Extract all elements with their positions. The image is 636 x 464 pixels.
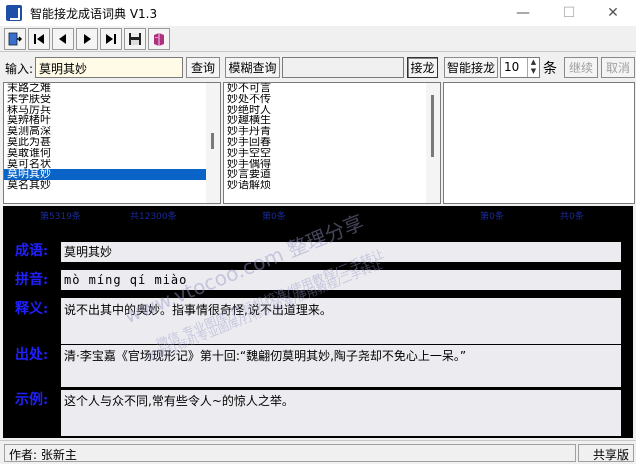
maximize-button[interactable]: ☐	[546, 0, 592, 26]
author-panel: 作者: 张新主	[4, 444, 576, 462]
idiom-list-scrollbar[interactable]	[206, 83, 220, 203]
list-item[interactable]: 莫明其妙	[4, 169, 220, 181]
list-item[interactable]: 妙趣横生	[224, 115, 440, 126]
chain-list[interactable]: 妙不可言 妙处不传 妙绝时人 妙趣横生 妙手丹青 妙手回春 妙手空空 妙手偶得 妙言要道 妙语解烦	[223, 82, 441, 204]
list-item[interactable]: 妙绝时人	[224, 105, 440, 116]
list-item[interactable]: 莫名其妙	[4, 180, 220, 191]
idiom-input[interactable]: 莫明其妙	[35, 57, 183, 78]
list-item[interactable]: 妙语解烦	[224, 180, 440, 191]
save-button[interactable]	[124, 28, 146, 50]
list-item[interactable]: 末路之难	[4, 83, 220, 94]
meaning-field-label: 释义:	[15, 301, 49, 317]
list-item[interactable]: 妙手丹青	[224, 126, 440, 137]
idiom-list[interactable]: 末路之难 末学肤受 秣马厉兵 莫辨楮叶 莫测高深 莫此为甚 莫敢谁何 莫可名状 莫明其妙 莫名其妙	[3, 82, 221, 204]
status-bar: 作者: 张新主 共享版	[0, 440, 636, 464]
cancel-button[interactable]: 取消	[601, 57, 635, 78]
result-count-status: 共0条	[560, 212, 584, 222]
pinyin-field: mò míng qí miào	[61, 270, 621, 290]
list-item[interactable]: 莫可名状	[4, 159, 220, 170]
count-unit-label: 条	[543, 61, 557, 77]
input-label: 输入:	[5, 62, 34, 76]
edition-panel: 共享版	[578, 444, 634, 462]
stepper-arrows[interactable]: ▲ ▼	[527, 58, 539, 77]
list-item[interactable]: 妙手回春	[224, 137, 440, 148]
toolbar	[0, 26, 636, 52]
list-item[interactable]: 莫辨楮叶	[4, 115, 220, 126]
list-item[interactable]: 妙不可言	[224, 83, 440, 94]
meaning-field: 说不出其中的奥妙。指事情很奇怪,说不出道理来。	[61, 298, 621, 344]
exit-icon	[8, 32, 22, 46]
continue-button[interactable]: 继续	[564, 57, 598, 78]
prev-icon	[59, 34, 66, 44]
dictionary-button[interactable]	[148, 28, 170, 50]
prev-record-button[interactable]	[52, 28, 74, 50]
next-icon	[84, 34, 91, 44]
list-item[interactable]: 妙处不传	[224, 94, 440, 105]
app-icon	[6, 5, 22, 21]
fuzzy-query-input[interactable]	[282, 57, 404, 78]
list-item[interactable]: 秣马厉兵	[4, 105, 220, 116]
exit-button[interactable]	[4, 28, 26, 50]
query-button[interactable]: 查询	[186, 57, 220, 78]
list-item[interactable]: 妙手空空	[224, 148, 440, 159]
result-list[interactable]	[443, 82, 635, 204]
chain-count-stepper[interactable]: 10 ▲ ▼	[500, 57, 540, 78]
close-button[interactable]: ✕	[590, 0, 636, 26]
list-item[interactable]: 莫测高深	[4, 126, 220, 137]
pinyin-field-label: 拼音:	[15, 272, 49, 288]
last-icon	[106, 34, 116, 44]
list-item[interactable]: 末学肤受	[4, 94, 220, 105]
example-field: 这个人与众不同,常有些令人~的惊人之举。	[61, 390, 621, 436]
minimize-button[interactable]: —	[500, 0, 546, 26]
source-field-label: 出处:	[15, 347, 49, 363]
smart-chain-button[interactable]: 智能接龙	[444, 57, 498, 78]
total-record-status: 共12300条	[130, 212, 177, 222]
source-field: 清·李宝嘉《官场现形记》第十回:“魏翩仞莫明其妙,陶子尧却不免心上一呆。”	[61, 345, 621, 387]
result-record-status: 第0条	[480, 212, 504, 222]
chain-button[interactable]: 接龙	[407, 57, 438, 78]
first-icon	[34, 34, 44, 44]
fuzzy-query-button[interactable]: 模糊查询	[225, 57, 280, 78]
stepper-down-icon[interactable]: ▼	[528, 67, 539, 76]
list-item[interactable]: 莫此为甚	[4, 137, 220, 148]
list-item[interactable]: 妙言要道	[224, 169, 440, 180]
book-icon	[154, 33, 164, 46]
chain-count-value: 10	[504, 60, 520, 74]
example-field-label: 示例:	[15, 392, 49, 408]
chain-record-status: 第0条	[262, 212, 286, 222]
input-row: 输入: 莫明其妙 查询 模糊查询 接龙 智能接龙 10 ▲ ▼ 条 继续 取消	[0, 54, 636, 82]
title-bar: 智能接龙成语词典 V1.3 — ☐ ✕	[0, 0, 636, 26]
last-record-button[interactable]	[100, 28, 122, 50]
list-item[interactable]: 莫敢谁何	[4, 148, 220, 159]
list-item[interactable]: 妙手偶得	[224, 159, 440, 170]
idiom-field-label: 成语:	[15, 243, 49, 259]
current-record-status: 第5319条	[40, 212, 81, 222]
window-title: 智能接龙成语词典 V1.3	[30, 6, 158, 21]
idiom-field: 莫明其妙	[61, 242, 621, 262]
chain-list-scrollbar[interactable]	[426, 83, 440, 203]
stepper-up-icon[interactable]: ▲	[528, 58, 539, 67]
save-icon	[129, 33, 141, 45]
next-record-button[interactable]	[76, 28, 98, 50]
first-record-button[interactable]	[28, 28, 50, 50]
